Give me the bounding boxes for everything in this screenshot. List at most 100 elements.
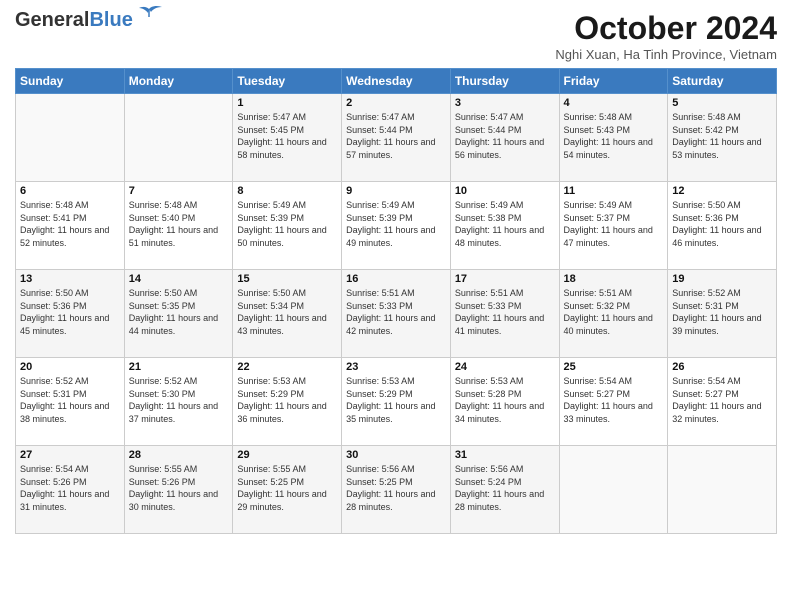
day-number: 19 <box>672 273 772 285</box>
day-number: 16 <box>346 273 446 285</box>
day-info: Sunrise: 5:54 AM Sunset: 5:27 PM Dayligh… <box>672 375 772 425</box>
calendar-cell: 22 Sunrise: 5:53 AM Sunset: 5:29 PM Dayli… <box>233 358 342 446</box>
day-number: 1 <box>237 97 337 109</box>
calendar-week-row: 27 Sunrise: 5:54 AM Sunset: 5:26 PM Dayli… <box>16 446 777 534</box>
calendar-cell: 9Sunrise: 5:49 AM Sunset: 5:39 PM Daylig… <box>342 182 451 270</box>
day-number: 27 <box>20 449 120 461</box>
calendar-cell: 24 Sunrise: 5:53 AM Sunset: 5:28 PM Dayli… <box>450 358 559 446</box>
calendar-cell: 11 Sunrise: 5:49 AM Sunset: 5:37 PM Dayli… <box>559 182 668 270</box>
day-number: 23 <box>346 361 446 373</box>
day-info: Sunrise: 5:47 AM Sunset: 5:44 PM Dayligh… <box>455 111 555 161</box>
calendar-cell: 17 Sunrise: 5:51 AM Sunset: 5:33 PM Dayli… <box>450 270 559 358</box>
day-info: Sunrise: 5:53 AM Sunset: 5:29 PM Dayligh… <box>237 375 337 425</box>
day-number: 30 <box>346 449 446 461</box>
calendar-cell: 13 Sunrise: 5:50 AM Sunset: 5:36 PM Dayli… <box>16 270 125 358</box>
title-section: October 2024 Nghi Xuan, Ha Tinh Province… <box>555 10 777 62</box>
logo-text: GeneralBlue <box>15 10 133 30</box>
calendar-cell: 21 Sunrise: 5:52 AM Sunset: 5:30 PM Dayli… <box>124 358 233 446</box>
day-number: 22 <box>237 361 337 373</box>
day-info: Sunrise: 5:49 AM Sunset: 5:39 PM Dayligh… <box>346 199 446 249</box>
calendar-week-row: 13 Sunrise: 5:50 AM Sunset: 5:36 PM Dayli… <box>16 270 777 358</box>
day-number: 11 <box>564 185 664 197</box>
calendar-cell: 15 Sunrise: 5:50 AM Sunset: 5:34 PM Dayli… <box>233 270 342 358</box>
day-number: 6 <box>20 185 120 197</box>
day-info: Sunrise: 5:49 AM Sunset: 5:37 PM Dayligh… <box>564 199 664 249</box>
day-info: Sunrise: 5:56 AM Sunset: 5:24 PM Dayligh… <box>455 463 555 513</box>
day-info: Sunrise: 5:55 AM Sunset: 5:25 PM Dayligh… <box>237 463 337 513</box>
calendar-cell: 29 Sunrise: 5:55 AM Sunset: 5:25 PM Dayli… <box>233 446 342 534</box>
calendar-cell: 31 Sunrise: 5:56 AM Sunset: 5:24 PM Dayli… <box>450 446 559 534</box>
day-number: 20 <box>20 361 120 373</box>
day-info: Sunrise: 5:51 AM Sunset: 5:33 PM Dayligh… <box>346 287 446 337</box>
day-info: Sunrise: 5:50 AM Sunset: 5:36 PM Dayligh… <box>20 287 120 337</box>
day-number: 21 <box>129 361 229 373</box>
calendar-cell: 26 Sunrise: 5:54 AM Sunset: 5:27 PM Dayli… <box>668 358 777 446</box>
day-info: Sunrise: 5:48 AM Sunset: 5:43 PM Dayligh… <box>564 111 664 161</box>
day-number: 8 <box>237 185 337 197</box>
day-info: Sunrise: 5:47 AM Sunset: 5:45 PM Dayligh… <box>237 111 337 161</box>
calendar-cell: 1 Sunrise: 5:47 AM Sunset: 5:45 PM Daylig… <box>233 94 342 182</box>
day-number: 2 <box>346 97 446 109</box>
day-number: 14 <box>129 273 229 285</box>
day-info: Sunrise: 5:48 AM Sunset: 5:41 PM Dayligh… <box>20 199 120 249</box>
day-number: 13 <box>20 273 120 285</box>
day-info: Sunrise: 5:51 AM Sunset: 5:33 PM Dayligh… <box>455 287 555 337</box>
day-number: 31 <box>455 449 555 461</box>
calendar-cell <box>124 94 233 182</box>
day-info: Sunrise: 5:50 AM Sunset: 5:34 PM Dayligh… <box>237 287 337 337</box>
calendar-cell: 30 Sunrise: 5:56 AM Sunset: 5:25 PM Dayli… <box>342 446 451 534</box>
day-number: 25 <box>564 361 664 373</box>
month-title: October 2024 <box>555 10 777 47</box>
day-info: Sunrise: 5:50 AM Sunset: 5:36 PM Dayligh… <box>672 199 772 249</box>
calendar-cell: 20 Sunrise: 5:52 AM Sunset: 5:31 PM Dayli… <box>16 358 125 446</box>
day-number: 3 <box>455 97 555 109</box>
day-number: 7 <box>129 185 229 197</box>
day-info: Sunrise: 5:48 AM Sunset: 5:42 PM Dayligh… <box>672 111 772 161</box>
day-number: 18 <box>564 273 664 285</box>
weekday-header-monday: Monday <box>124 69 233 94</box>
weekday-row: SundayMondayTuesdayWednesdayThursdayFrid… <box>16 69 777 94</box>
calendar-cell: 2 Sunrise: 5:47 AM Sunset: 5:44 PM Daylig… <box>342 94 451 182</box>
day-info: Sunrise: 5:56 AM Sunset: 5:25 PM Dayligh… <box>346 463 446 513</box>
calendar-cell: 18 Sunrise: 5:51 AM Sunset: 5:32 PM Dayli… <box>559 270 668 358</box>
day-info: Sunrise: 5:48 AM Sunset: 5:40 PM Dayligh… <box>129 199 229 249</box>
day-number: 26 <box>672 361 772 373</box>
weekday-header-saturday: Saturday <box>668 69 777 94</box>
day-info: Sunrise: 5:52 AM Sunset: 5:31 PM Dayligh… <box>672 287 772 337</box>
day-number: 10 <box>455 185 555 197</box>
calendar-cell: 7 Sunrise: 5:48 AM Sunset: 5:40 PM Daylig… <box>124 182 233 270</box>
weekday-header-wednesday: Wednesday <box>342 69 451 94</box>
day-number: 12 <box>672 185 772 197</box>
calendar-cell: 5 Sunrise: 5:48 AM Sunset: 5:42 PM Daylig… <box>668 94 777 182</box>
calendar-cell: 14Sunrise: 5:50 AM Sunset: 5:35 PM Dayli… <box>124 270 233 358</box>
calendar-cell <box>668 446 777 534</box>
day-number: 29 <box>237 449 337 461</box>
day-info: Sunrise: 5:54 AM Sunset: 5:26 PM Dayligh… <box>20 463 120 513</box>
location: Nghi Xuan, Ha Tinh Province, Vietnam <box>555 47 777 62</box>
day-number: 5 <box>672 97 772 109</box>
day-info: Sunrise: 5:52 AM Sunset: 5:31 PM Dayligh… <box>20 375 120 425</box>
calendar-table: SundayMondayTuesdayWednesdayThursdayFrid… <box>15 68 777 534</box>
calendar-body: 1 Sunrise: 5:47 AM Sunset: 5:45 PM Daylig… <box>16 94 777 534</box>
calendar-cell: 19 Sunrise: 5:52 AM Sunset: 5:31 PM Dayli… <box>668 270 777 358</box>
calendar-header: SundayMondayTuesdayWednesdayThursdayFrid… <box>16 69 777 94</box>
calendar-week-row: 6 Sunrise: 5:48 AM Sunset: 5:41 PM Daylig… <box>16 182 777 270</box>
weekday-header-thursday: Thursday <box>450 69 559 94</box>
calendar-week-row: 1 Sunrise: 5:47 AM Sunset: 5:45 PM Daylig… <box>16 94 777 182</box>
day-info: Sunrise: 5:53 AM Sunset: 5:28 PM Dayligh… <box>455 375 555 425</box>
day-info: Sunrise: 5:52 AM Sunset: 5:30 PM Dayligh… <box>129 375 229 425</box>
calendar-cell: 6 Sunrise: 5:48 AM Sunset: 5:41 PM Daylig… <box>16 182 125 270</box>
calendar-container: GeneralBlue October 2024 Nghi Xuan, Ha T… <box>0 0 792 612</box>
calendar-cell: 27 Sunrise: 5:54 AM Sunset: 5:26 PM Dayli… <box>16 446 125 534</box>
calendar-cell: 12 Sunrise: 5:50 AM Sunset: 5:36 PM Dayli… <box>668 182 777 270</box>
calendar-week-row: 20 Sunrise: 5:52 AM Sunset: 5:31 PM Dayli… <box>16 358 777 446</box>
day-info: Sunrise: 5:53 AM Sunset: 5:29 PM Dayligh… <box>346 375 446 425</box>
calendar-cell: 3 Sunrise: 5:47 AM Sunset: 5:44 PM Daylig… <box>450 94 559 182</box>
calendar-cell <box>16 94 125 182</box>
day-number: 17 <box>455 273 555 285</box>
weekday-header-sunday: Sunday <box>16 69 125 94</box>
day-number: 24 <box>455 361 555 373</box>
day-info: Sunrise: 5:51 AM Sunset: 5:32 PM Dayligh… <box>564 287 664 337</box>
day-info: Sunrise: 5:47 AM Sunset: 5:44 PM Dayligh… <box>346 111 446 161</box>
day-number: 15 <box>237 273 337 285</box>
